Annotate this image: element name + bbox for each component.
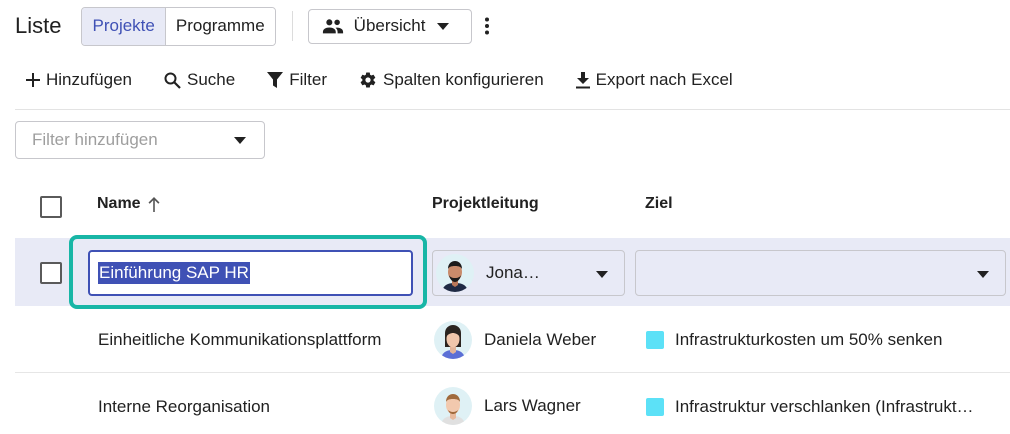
row-lead-name: Lars Wagner [484,396,581,415]
configure-columns-label: Spalten konfigurieren [383,70,544,89]
sort-ascending-icon [148,197,160,212]
row-goal-text: Infrastruktur verschlanken (Infrastrukt… [675,397,974,416]
add-button-label: Hinzufügen [46,70,133,89]
more-options-button[interactable] [484,17,490,35]
woman-avatar-icon [441,325,465,359]
avatar [434,321,472,359]
row-name-cell[interactable]: Interne Reorganisation [98,396,270,418]
filter-button-label: Filter [289,70,327,89]
project-lead-value: Jona… [486,263,540,282]
row-checkbox[interactable] [40,262,62,284]
goal-color-marker [646,398,664,416]
configure-columns-button[interactable]: Spalten konfigurieren [359,70,544,90]
gear-icon [360,72,376,88]
header-bar: Liste Projekte Programme Übersicht [15,6,1005,46]
chevron-down-icon [437,22,450,30]
export-excel-label: Export nach Excel [595,70,733,89]
man-avatar-icon [441,394,465,425]
avatar [434,387,472,425]
column-header-name-label: Name [97,195,141,212]
column-header-name[interactable]: Name [97,195,161,213]
project-name-input[interactable]: Einführung SAP HR [88,250,413,296]
more-vert-icon [485,17,490,35]
column-header-lead-label: Projektleitung [432,195,539,212]
chevron-down-icon [234,137,246,144]
page-title: Liste [15,13,62,38]
goal-select[interactable] [635,250,1006,296]
export-excel-button[interactable]: Export nach Excel [575,70,733,90]
row-goal-text: Infrastrukturkosten um 50% senken [675,330,943,349]
add-filter-select[interactable]: Filter hinzufügen [15,121,265,159]
tab-programme[interactable]: Programme [165,7,275,45]
plus-icon [26,73,40,87]
column-header-goal[interactable]: Ziel [645,195,673,213]
row-lead-cell: Daniela Weber [434,320,596,360]
add-filter-placeholder: Filter hinzufügen [32,130,158,149]
view-select-button[interactable]: Übersicht [307,8,473,44]
row-lead-cell: Lars Wagner [434,386,581,426]
chevron-down-icon [596,271,608,278]
chevron-down-icon [977,271,989,278]
toolbar: Hinzufügen Suche Filter Spalten konfigur… [26,62,765,98]
project-name-input-value: Einführung SAP HR [98,262,250,284]
type-segmented-control: Projekte Programme [81,6,276,46]
header-divider [291,11,293,41]
search-button-label: Suche [187,70,236,89]
goal-color-marker [646,331,664,349]
view-select-label: Übersicht [353,16,426,35]
column-header-lead[interactable]: Projektleitung [432,195,539,213]
search-button[interactable]: Suche [164,70,235,90]
row-goal-cell: Infrastrukturkosten um 50% senken [646,329,942,351]
man-avatar-icon [442,261,468,292]
filter-button[interactable]: Filter [267,70,327,90]
download-icon [575,71,590,88]
row-divider [15,372,1010,373]
tab-projekte[interactable]: Projekte [82,7,166,45]
row-lead-name: Daniela Weber [484,330,597,349]
toolbar-divider [15,109,1010,110]
row-goal-cell: Infrastruktur verschlanken (Infrastrukt… [646,396,974,418]
search-icon [164,72,181,89]
filter-icon [267,72,284,88]
column-header-goal-label: Ziel [645,195,673,212]
select-all-checkbox[interactable] [40,196,62,218]
project-lead-select[interactable]: Jona… [432,250,625,296]
row-name-cell[interactable]: Einheitliche Kommunikationsplattform [98,329,381,351]
people-icon [322,19,343,34]
add-button[interactable]: Hinzufügen [26,70,132,90]
avatar [436,254,474,292]
